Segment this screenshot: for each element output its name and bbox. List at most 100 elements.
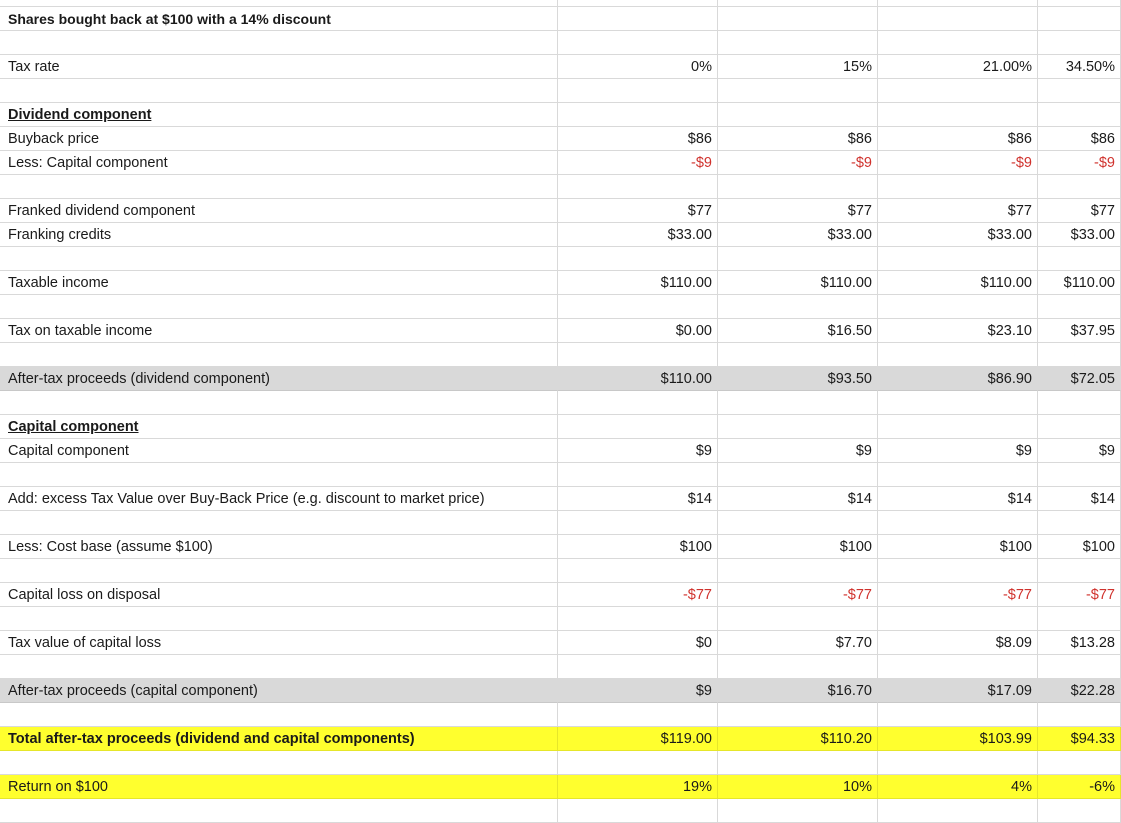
empty-cell[interactable] xyxy=(878,0,1038,7)
value-cell[interactable]: $86 xyxy=(718,127,878,151)
value-cell[interactable] xyxy=(878,511,1038,535)
row-label-cell[interactable] xyxy=(0,175,558,199)
value-cell[interactable] xyxy=(558,343,718,367)
row-label-cell[interactable]: Tax on taxable income xyxy=(0,319,558,343)
value-cell[interactable] xyxy=(558,103,718,127)
value-cell[interactable] xyxy=(878,391,1038,415)
value-cell[interactable] xyxy=(878,415,1038,439)
value-cell[interactable]: $77 xyxy=(558,199,718,223)
value-cell[interactable]: $100 xyxy=(718,535,878,559)
value-cell[interactable]: $110.00 xyxy=(558,367,718,391)
value-cell[interactable] xyxy=(878,703,1038,727)
value-cell[interactable]: $93.50 xyxy=(718,367,878,391)
value-cell[interactable]: $17.09 xyxy=(878,679,1038,703)
row-label-cell[interactable] xyxy=(0,295,558,319)
value-cell[interactable] xyxy=(718,463,878,487)
row-label-cell[interactable] xyxy=(0,343,558,367)
value-cell[interactable]: $33.00 xyxy=(558,223,718,247)
value-cell[interactable] xyxy=(558,655,718,679)
value-cell[interactable]: $14 xyxy=(558,487,718,511)
value-cell[interactable] xyxy=(878,655,1038,679)
value-cell[interactable]: $100 xyxy=(878,535,1038,559)
value-cell[interactable] xyxy=(558,511,718,535)
value-cell[interactable] xyxy=(878,343,1038,367)
value-cell[interactable] xyxy=(878,247,1038,271)
value-cell[interactable]: $8.09 xyxy=(878,631,1038,655)
value-cell[interactable] xyxy=(878,559,1038,583)
value-cell[interactable] xyxy=(1038,655,1121,679)
value-cell[interactable] xyxy=(718,607,878,631)
value-cell[interactable] xyxy=(558,391,718,415)
empty-cell[interactable] xyxy=(0,799,558,823)
value-cell[interactable] xyxy=(878,295,1038,319)
value-cell[interactable]: 4% xyxy=(878,775,1038,799)
value-cell[interactable]: $77 xyxy=(1038,199,1121,223)
row-label-cell[interactable] xyxy=(0,559,558,583)
value-cell[interactable]: $100 xyxy=(558,535,718,559)
value-cell[interactable] xyxy=(718,7,878,31)
value-cell[interactable]: $110.00 xyxy=(1038,271,1121,295)
row-label-cell[interactable] xyxy=(0,31,558,55)
row-label-cell[interactable]: Taxable income xyxy=(0,271,558,295)
row-label-cell[interactable]: Total after-tax proceeds (dividend and c… xyxy=(0,727,558,751)
value-cell[interactable] xyxy=(878,79,1038,103)
value-cell[interactable] xyxy=(1038,31,1121,55)
value-cell[interactable] xyxy=(718,295,878,319)
value-cell[interactable]: -$9 xyxy=(1038,151,1121,175)
value-cell[interactable] xyxy=(718,247,878,271)
value-cell[interactable] xyxy=(878,607,1038,631)
value-cell[interactable]: $86 xyxy=(878,127,1038,151)
empty-cell[interactable] xyxy=(718,799,878,823)
value-cell[interactable] xyxy=(558,559,718,583)
value-cell[interactable]: $33.00 xyxy=(1038,223,1121,247)
value-cell[interactable] xyxy=(558,175,718,199)
value-cell[interactable]: $110.20 xyxy=(718,727,878,751)
empty-cell[interactable] xyxy=(1038,799,1121,823)
value-cell[interactable] xyxy=(558,415,718,439)
empty-cell[interactable] xyxy=(0,0,558,7)
value-cell[interactable]: 21.00% xyxy=(878,55,1038,79)
value-cell[interactable] xyxy=(558,463,718,487)
row-label-cell[interactable]: Tax value of capital loss xyxy=(0,631,558,655)
value-cell[interactable]: $0 xyxy=(558,631,718,655)
value-cell[interactable] xyxy=(1038,607,1121,631)
value-cell[interactable] xyxy=(718,175,878,199)
value-cell[interactable] xyxy=(718,103,878,127)
row-label-cell[interactable]: Dividend component xyxy=(0,103,558,127)
value-cell[interactable]: 15% xyxy=(718,55,878,79)
value-cell[interactable] xyxy=(1038,79,1121,103)
value-cell[interactable]: $9 xyxy=(878,439,1038,463)
row-label-cell[interactable]: Less: Cost base (assume $100) xyxy=(0,535,558,559)
value-cell[interactable] xyxy=(558,295,718,319)
value-cell[interactable] xyxy=(1038,415,1121,439)
value-cell[interactable] xyxy=(558,751,718,775)
value-cell[interactable]: $86.90 xyxy=(878,367,1038,391)
value-cell[interactable]: -$77 xyxy=(1038,583,1121,607)
value-cell[interactable]: -$9 xyxy=(558,151,718,175)
row-label-cell[interactable]: Capital component xyxy=(0,415,558,439)
value-cell[interactable] xyxy=(558,31,718,55)
value-cell[interactable] xyxy=(878,751,1038,775)
value-cell[interactable]: $77 xyxy=(878,199,1038,223)
value-cell[interactable]: $33.00 xyxy=(878,223,1038,247)
value-cell[interactable]: -$9 xyxy=(878,151,1038,175)
value-cell[interactable]: 10% xyxy=(718,775,878,799)
value-cell[interactable] xyxy=(558,79,718,103)
row-label-cell[interactable] xyxy=(0,391,558,415)
value-cell[interactable] xyxy=(558,607,718,631)
value-cell[interactable] xyxy=(718,391,878,415)
value-cell[interactable]: $22.28 xyxy=(1038,679,1121,703)
row-label-cell[interactable] xyxy=(0,655,558,679)
row-label-cell[interactable]: After-tax proceeds (capital component) xyxy=(0,679,558,703)
value-cell[interactable] xyxy=(718,703,878,727)
value-cell[interactable]: $110.00 xyxy=(718,271,878,295)
value-cell[interactable]: $77 xyxy=(718,199,878,223)
value-cell[interactable]: $86 xyxy=(558,127,718,151)
value-cell[interactable] xyxy=(878,463,1038,487)
value-cell[interactable]: $9 xyxy=(1038,439,1121,463)
row-label-cell[interactable]: Capital loss on disposal xyxy=(0,583,558,607)
row-label-cell[interactable]: Tax rate xyxy=(0,55,558,79)
value-cell[interactable] xyxy=(1038,175,1121,199)
empty-cell[interactable] xyxy=(878,799,1038,823)
row-label-cell[interactable] xyxy=(0,247,558,271)
